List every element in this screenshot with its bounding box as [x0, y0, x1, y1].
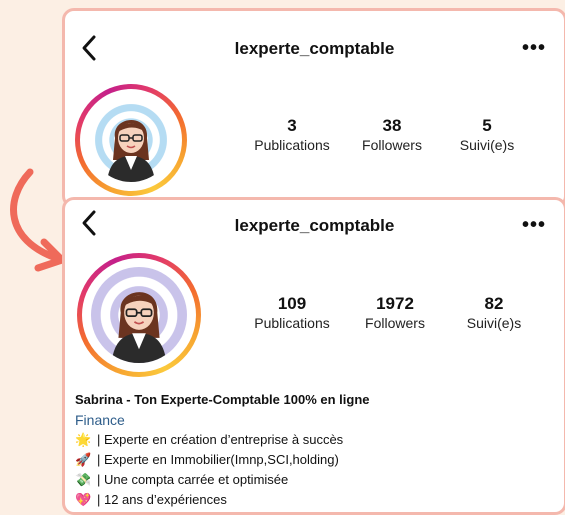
stat-followers[interactable]: 38 Followers: [347, 116, 437, 154]
money-emoji-icon: 💸: [75, 472, 92, 487]
avatar-illustration: [107, 119, 155, 182]
bio-line: 💖 | 12 ans d’expériences: [75, 490, 370, 510]
stat-value: 38: [382, 116, 402, 135]
avatar-illustration: [111, 292, 167, 363]
stat-value: 1972: [376, 294, 414, 313]
bio-name: Sabrina - Ton Experte-Comptable 100% en …: [75, 392, 370, 407]
more-dots-icon[interactable]: •••: [522, 37, 546, 60]
stat-following[interactable]: 5 Suivi(e)s: [442, 116, 532, 154]
bio-category[interactable]: Finance: [75, 410, 370, 430]
bio-line: 🚀 | Experte en Immobilier(Imnp,SCI,holdi…: [75, 450, 370, 470]
stat-value: 5: [482, 116, 492, 135]
stat-label: Suivi(e)s: [459, 137, 515, 153]
profile-bio: Sabrina - Ton Experte-Comptable 100% en …: [75, 390, 370, 510]
bio-line-text: | Une compta carrée et optimisée: [97, 472, 289, 487]
stat-value: 82: [484, 294, 504, 313]
more-dots-icon[interactable]: •••: [522, 214, 546, 237]
bio-line-text: | Experte en Immobilier(Imnp,SCI,holding…: [97, 452, 339, 467]
stat-following[interactable]: 82 Suivi(e)s: [449, 294, 539, 332]
stat-label: Suivi(e)s: [466, 315, 522, 331]
stat-value: 3: [287, 116, 297, 135]
avatar[interactable]: [77, 253, 201, 377]
rocket-emoji-icon: 🚀: [75, 452, 92, 467]
username: lexperte_comptable: [234, 39, 395, 58]
profile-card-after: lexperte_comptable ••• 109 Publications …: [62, 197, 565, 515]
profile-card-before: lexperte_comptable ••• 3 Publications 38…: [62, 8, 565, 208]
avatar[interactable]: [75, 84, 187, 196]
profile-header: lexperte_comptable •••: [65, 210, 564, 250]
stat-label: Publications: [254, 137, 330, 153]
stat-publications[interactable]: 3 Publications: [247, 116, 337, 154]
stat-label: Followers: [365, 315, 425, 331]
stat-label: Followers: [362, 137, 422, 153]
stat-followers[interactable]: 1972 Followers: [350, 294, 440, 332]
stat-publications[interactable]: 109 Publications: [247, 294, 337, 332]
star-emoji-icon: 🌟: [75, 432, 92, 447]
bio-line: 🌟 | Experte en création d’entreprise à s…: [75, 430, 370, 450]
bio-line: 💸 | Une compta carrée et optimisée: [75, 470, 370, 490]
stat-label: Publications: [254, 315, 330, 331]
stat-value: 109: [277, 294, 307, 313]
bio-line-text: | 12 ans d’expériences: [97, 492, 227, 507]
bio-line-text: | Experte en création d’entreprise à suc…: [97, 432, 344, 447]
heart-emoji-icon: 💖: [75, 492, 92, 507]
username: lexperte_comptable: [234, 216, 395, 235]
profile-header: lexperte_comptable •••: [65, 35, 564, 77]
